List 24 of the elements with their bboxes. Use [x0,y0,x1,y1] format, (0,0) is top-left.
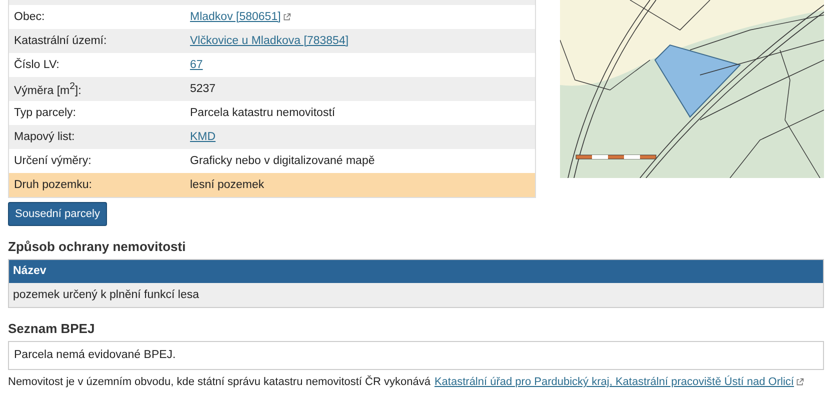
field-value: Parcela katastru nemovitostí [190,107,336,119]
section-heading: Seznam BPEJ [8,321,96,336]
footer-text: Nemovitost je v územním obvodu, kde státní správu katastru nemovitostí ČR vykonává [8,376,430,388]
field-value: lesní pozemek [190,179,264,191]
message-text: Parcela nemá evidované BPEJ. [8,341,824,370]
value-link[interactable]: KMD [190,131,216,143]
field-value: 5237 [190,83,216,95]
field-label: Obec: [14,11,45,23]
field-label: Mapový list: [14,131,75,143]
field-label: Výměra [m$^{2}$]: [14,84,82,97]
field-label: Druh pozemku: [14,179,92,191]
office-link[interactable]: Katastrální úřad pro Pardubický kraj, Katastrální pracoviště Ústí nad Orlicí [434,376,794,388]
value-link[interactable]: 67 [190,59,203,71]
neighbors-button[interactable]: Sousední parcely [8,202,107,226]
field-label: Určení výměry: [14,155,92,167]
value-link[interactable]: Vlčkovice u Mladkova [783854] [190,35,349,47]
column-header: Název [9,260,823,283]
value-link[interactable]: Mladkov [580651] [190,11,281,23]
field-label: Číslo LV: [14,59,60,71]
field-label: Typ parcely: [14,107,76,119]
table-cell: pozemek určený k plnění funkcí lesa [9,283,823,307]
field-value: Graficky nebo v digitalizované mapě [190,155,375,167]
field-label: Katastrální území: [14,35,107,47]
section-heading: Způsob ochrany nemovitosti [8,239,187,254]
